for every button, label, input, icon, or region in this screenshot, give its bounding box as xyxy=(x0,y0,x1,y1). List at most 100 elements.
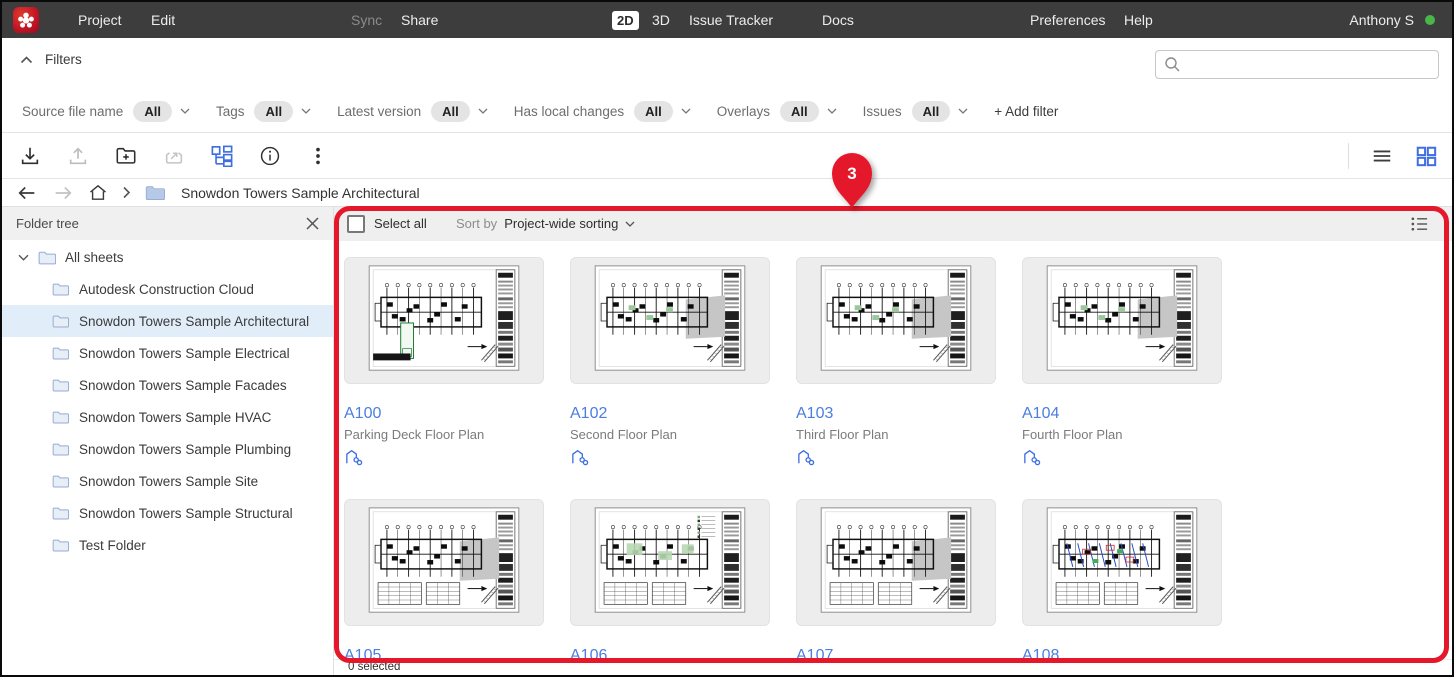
more-options-icon[interactable] xyxy=(307,145,329,167)
filter-chip-label: Tags xyxy=(216,104,245,119)
menu-project[interactable]: Project xyxy=(78,2,122,38)
filter-chip[interactable]: Has local changes All xyxy=(514,101,691,122)
add-folder-icon[interactable] xyxy=(115,145,137,167)
filter-chip-value[interactable]: All xyxy=(254,101,293,122)
move-to-folder-icon xyxy=(163,145,185,167)
sheet-card[interactable]: A102 Second Floor Plan xyxy=(570,257,770,471)
menu-help[interactable]: Help xyxy=(1124,2,1153,38)
tree-item-all-sheets[interactable]: All sheets xyxy=(2,241,333,273)
tree-item[interactable]: Snowdon Towers Sample Site xyxy=(2,465,333,497)
breadcrumb-chevron-icon xyxy=(122,186,131,199)
close-icon[interactable] xyxy=(306,217,319,230)
user-menu[interactable]: Anthony S xyxy=(1349,2,1414,38)
filter-chip-value[interactable]: All xyxy=(912,101,951,122)
tab-3d[interactable]: 3D xyxy=(652,2,670,38)
back-icon[interactable] xyxy=(16,184,38,202)
chevron-down-icon xyxy=(478,108,488,114)
chevron-up-icon xyxy=(20,56,33,64)
list-details-icon[interactable] xyxy=(1410,215,1429,238)
sheet-code-link[interactable]: A100 xyxy=(344,405,544,423)
toolbar xyxy=(2,133,1452,179)
filter-chip[interactable]: Tags All xyxy=(216,101,311,122)
chevron-down-icon xyxy=(625,221,635,227)
tree-item[interactable]: Snowdon Towers Sample Architectural xyxy=(2,305,333,337)
sheet-thumbnail[interactable] xyxy=(796,499,996,626)
sheet-card[interactable]: A100 Parking Deck Floor Plan xyxy=(344,257,544,471)
list-view-icon[interactable] xyxy=(1371,145,1393,167)
tree-item[interactable]: Snowdon Towers Sample Structural xyxy=(2,497,333,529)
filter-chip-value[interactable]: All xyxy=(431,101,470,122)
folder-icon xyxy=(52,506,69,520)
sheet-thumbnail[interactable] xyxy=(1022,499,1222,626)
filters-label: Filters xyxy=(45,52,82,67)
tree-item[interactable]: Snowdon Towers Sample Electrical xyxy=(2,337,333,369)
filter-chip-value[interactable]: All xyxy=(634,101,673,122)
info-icon[interactable] xyxy=(259,145,281,167)
sheet-aligned-icon xyxy=(344,448,544,471)
tab-docs[interactable]: Docs xyxy=(822,2,854,38)
sheet-thumbnail[interactable] xyxy=(344,499,544,626)
tab-2d-active[interactable]: 2D xyxy=(612,11,639,30)
sort-value: Project-wide sorting xyxy=(504,216,618,231)
toolbar-right xyxy=(1348,133,1437,179)
select-all-label[interactable]: Select all xyxy=(374,216,427,231)
sheet-title: Parking Deck Floor Plan xyxy=(344,427,544,442)
filter-chip[interactable]: Overlays All xyxy=(717,101,837,122)
tree-item-label: All sheets xyxy=(65,250,124,265)
sheet-aligned-icon xyxy=(570,448,770,471)
sheet-code-link[interactable]: A104 xyxy=(1022,405,1222,423)
sheet-thumbnail[interactable] xyxy=(344,257,544,384)
online-status-dot xyxy=(1425,15,1435,25)
tree-item[interactable]: Snowdon Towers Sample Plumbing xyxy=(2,433,333,465)
sheet-thumbnail[interactable] xyxy=(796,257,996,384)
sheet-code-link[interactable]: A103 xyxy=(796,405,996,423)
sheet-card[interactable]: A108 xyxy=(1022,499,1222,669)
select-all-checkbox[interactable] xyxy=(347,215,365,233)
sheet-code-link[interactable]: A102 xyxy=(570,405,770,423)
filter-chip-value[interactable]: All xyxy=(133,101,172,122)
tree-item[interactable]: Snowdon Towers Sample HVAC xyxy=(2,401,333,433)
download-icon[interactable] xyxy=(19,145,41,167)
tree-item[interactable]: Autodesk Construction Cloud xyxy=(2,273,333,305)
filter-chip[interactable]: Issues All xyxy=(863,101,969,122)
breadcrumb-folder-name[interactable]: Snowdon Towers Sample Architectural xyxy=(181,185,420,201)
filter-chip-value[interactable]: All xyxy=(780,101,819,122)
sheet-card[interactable]: A104 Fourth Floor Plan xyxy=(1022,257,1222,471)
selection-count: 0 selected xyxy=(348,661,400,673)
menu-share[interactable]: Share xyxy=(401,2,438,38)
sheet-thumbnail[interactable] xyxy=(570,499,770,626)
sheet-thumbnail[interactable] xyxy=(1022,257,1222,384)
chevron-down-icon xyxy=(180,108,190,114)
filter-chip-label: Latest version xyxy=(337,104,421,119)
sort-dropdown[interactable]: Sort by Project-wide sorting xyxy=(456,216,635,231)
folder-icon xyxy=(52,378,69,392)
grid-view-icon[interactable] xyxy=(1415,145,1437,167)
folder-tree-icon[interactable] xyxy=(211,145,233,167)
filter-chip[interactable]: Source file name All xyxy=(22,101,190,122)
sheet-thumbnail[interactable] xyxy=(570,257,770,384)
sheet-card[interactable]: A103 Third Floor Plan xyxy=(796,257,996,471)
tree-item-label: Snowdon Towers Sample Facades xyxy=(79,378,287,393)
sheet-card[interactable]: A107 xyxy=(796,499,996,669)
folder-icon xyxy=(52,442,69,456)
sheet-card[interactable]: A106 xyxy=(570,499,770,669)
home-icon[interactable] xyxy=(88,183,108,202)
filter-chip-label: Overlays xyxy=(717,104,770,119)
tree-item-label: Snowdon Towers Sample Structural xyxy=(79,506,293,521)
tab-issue-tracker[interactable]: Issue Tracker xyxy=(689,2,773,38)
add-filter-button[interactable]: + Add filter xyxy=(994,104,1058,119)
tree-item[interactable]: Snowdon Towers Sample Facades xyxy=(2,369,333,401)
folder-icon xyxy=(52,538,69,552)
search-input[interactable] xyxy=(1155,50,1439,79)
sheet-card[interactable]: A105 xyxy=(344,499,544,669)
filter-chip-label: Issues xyxy=(863,104,902,119)
filters-collapse-toggle[interactable]: Filters xyxy=(20,52,82,67)
tree-item[interactable]: Test Folder xyxy=(2,529,333,561)
menu-preferences[interactable]: Preferences xyxy=(1030,2,1105,38)
sheet-title: Third Floor Plan xyxy=(796,427,996,442)
filter-chip[interactable]: Latest version All xyxy=(337,101,488,122)
folder-icon xyxy=(38,250,56,265)
menu-edit[interactable]: Edit xyxy=(151,2,175,38)
folder-tree: All sheets Autodesk Construction Cloud S… xyxy=(2,241,333,561)
top-menu-bar: Project Edit Sync Share 2D 3D Issue Trac… xyxy=(2,2,1452,38)
